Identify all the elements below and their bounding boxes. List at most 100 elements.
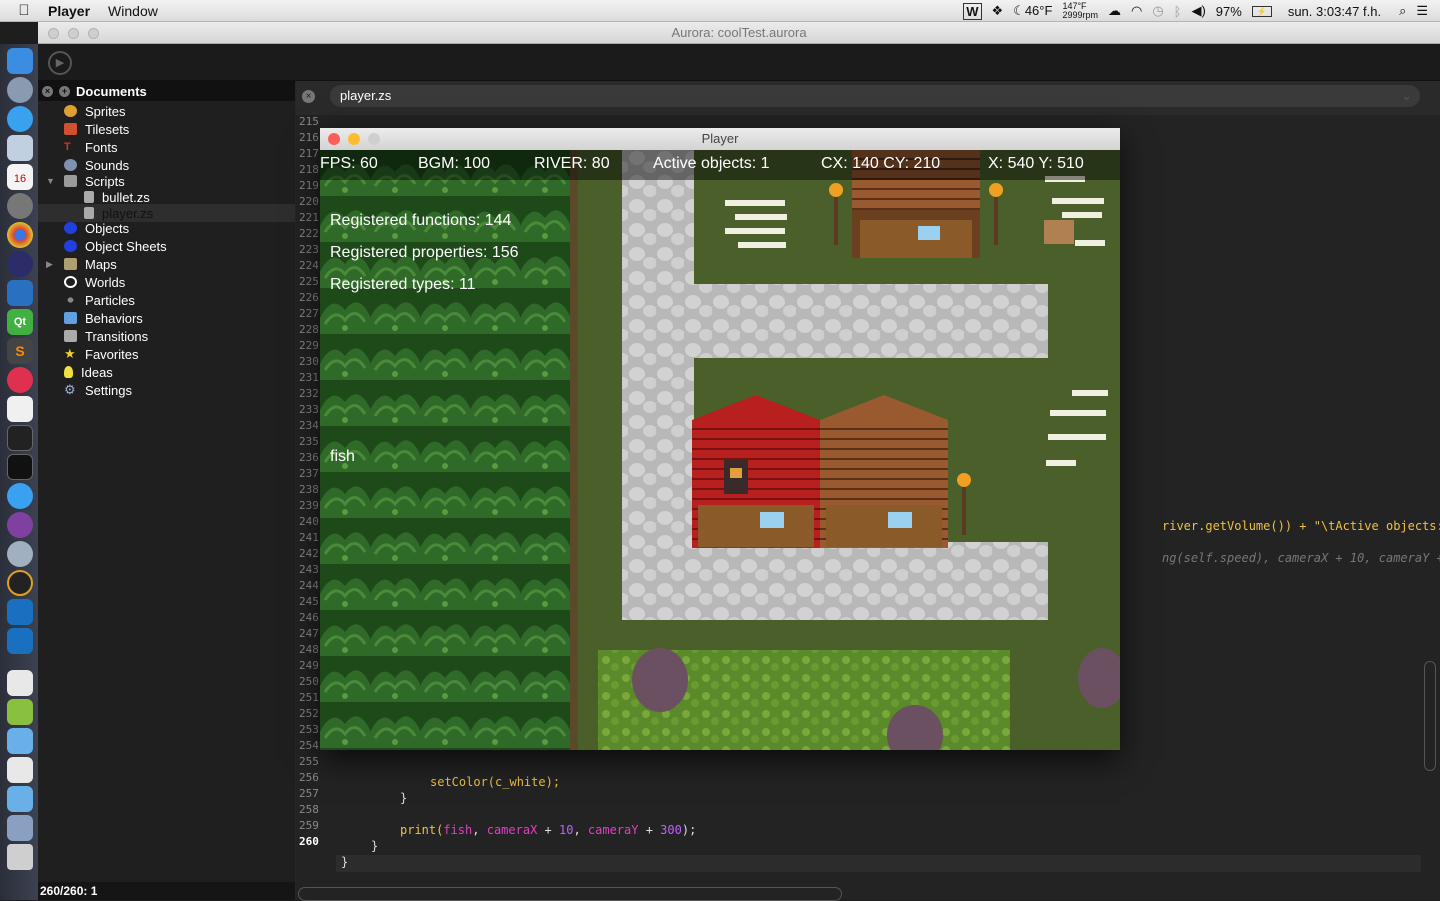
code-line-239-tail: river.getVolume()) + "\tActive objects: … bbox=[1162, 519, 1440, 533]
android-file-icon[interactable] bbox=[7, 699, 33, 725]
sidebar-item-objects[interactable]: Objects bbox=[64, 219, 129, 237]
toolbar: ▶ bbox=[38, 44, 1440, 81]
launchpad-icon[interactable] bbox=[7, 77, 33, 103]
close-window-button[interactable] bbox=[328, 133, 340, 145]
preview-icon[interactable] bbox=[7, 135, 33, 161]
game-canvas[interactable]: FPS: 60 BGM: 100 RIVER: 80 Active object… bbox=[320, 150, 1120, 750]
menu-window[interactable]: Window bbox=[108, 3, 158, 19]
sidebar-item-fonts[interactable]: T Fonts bbox=[64, 138, 118, 156]
line-number: 220 bbox=[299, 195, 319, 208]
sidebar-item-tilesets[interactable]: Tilesets bbox=[64, 120, 129, 138]
close-tab-icon[interactable]: × bbox=[302, 90, 315, 103]
code-num: 300 bbox=[660, 823, 682, 837]
scripts-disclosure-triangle-icon[interactable]: ▼ bbox=[46, 176, 55, 186]
star-icon: ★ bbox=[64, 346, 76, 361]
sidebar-item-particles[interactable]: Particles bbox=[64, 291, 135, 309]
textedit-icon[interactable] bbox=[7, 396, 33, 422]
folder-icon[interactable] bbox=[7, 728, 33, 754]
finder-icon[interactable] bbox=[7, 48, 33, 74]
line-number: 245 bbox=[299, 595, 319, 608]
horizontal-scrollbar[interactable] bbox=[298, 887, 842, 901]
github-icon[interactable] bbox=[7, 512, 33, 538]
line-number: 231 bbox=[299, 371, 319, 384]
close-window-button[interactable] bbox=[48, 28, 59, 39]
chevron-down-icon[interactable]: ⌄ bbox=[1401, 85, 1412, 107]
zoom-window-button[interactable] bbox=[368, 133, 380, 145]
sidebar-item-maps[interactable]: Maps bbox=[64, 255, 117, 273]
maps-disclosure-triangle-icon[interactable]: ▶ bbox=[46, 259, 53, 270]
bluetooth-icon[interactable]: ᛒ bbox=[1174, 4, 1182, 19]
fish-text: fish bbox=[330, 448, 355, 465]
sidebar-item-ideas[interactable]: Ideas bbox=[64, 363, 113, 381]
tab-player-zs[interactable]: player.zs ⌄ bbox=[330, 85, 1420, 107]
sidebar-item-settings[interactable]: ⚙ Settings bbox=[64, 381, 132, 399]
network-icon[interactable] bbox=[7, 541, 33, 567]
xcode-icon[interactable] bbox=[7, 280, 33, 306]
chrome-icon[interactable] bbox=[7, 222, 33, 248]
sidebar-item-sprites[interactable]: Sprites bbox=[64, 102, 125, 120]
tab-bar: × player.zs ⌄ bbox=[296, 81, 1440, 115]
downloads-icon[interactable] bbox=[7, 815, 33, 841]
sidebar-item-label: Sounds bbox=[85, 157, 130, 173]
vertical-scrollbar[interactable] bbox=[1424, 661, 1436, 771]
battery-icon[interactable]: ⚡ bbox=[1251, 5, 1272, 17]
apple-menu-icon[interactable]:  bbox=[0, 2, 48, 19]
fps-readout: FPS: 60 bbox=[320, 155, 378, 172]
trash-icon[interactable] bbox=[7, 844, 33, 870]
wifi-icon[interactable]: ◠ bbox=[1131, 3, 1142, 19]
virtualbox-icon[interactable] bbox=[7, 599, 33, 625]
battery-percent[interactable]: 97% bbox=[1216, 4, 1242, 19]
volume-icon[interactable]: ◀) bbox=[1191, 3, 1205, 19]
sidebar-item-transitions[interactable]: Transitions bbox=[64, 327, 148, 345]
dropbox-icon[interactable]: ❖ bbox=[992, 3, 1004, 19]
spotlight-search-icon[interactable]: ⌕ bbox=[1399, 3, 1406, 19]
cloud-icon[interactable]: ☁ bbox=[1108, 3, 1121, 19]
weather-icon[interactable]: ☾46°F bbox=[1013, 3, 1052, 19]
menu-app-name[interactable]: Player bbox=[48, 3, 90, 19]
document-icon[interactable] bbox=[7, 670, 33, 696]
eclipse-icon[interactable] bbox=[7, 251, 33, 277]
remove-icon[interactable]: × bbox=[42, 85, 53, 97]
code-num: 10 bbox=[558, 823, 574, 837]
word-icon[interactable]: W bbox=[963, 2, 982, 20]
messages-icon[interactable] bbox=[7, 483, 33, 509]
sublime-text-icon[interactable]: S bbox=[7, 338, 33, 364]
temperature-monitor[interactable]: 147°F 2999rpm bbox=[1062, 2, 1098, 20]
app-store-icon[interactable] bbox=[7, 106, 33, 132]
line-number: 217 bbox=[299, 147, 319, 160]
line-number: 241 bbox=[299, 531, 319, 544]
folder-2-icon[interactable] bbox=[7, 786, 33, 812]
terminal-icon[interactable] bbox=[7, 454, 33, 480]
calendar-icon[interactable]: 16 bbox=[7, 164, 33, 190]
add-icon[interactable]: + bbox=[59, 85, 70, 97]
code-var: cameraY bbox=[587, 823, 639, 837]
itunes-icon[interactable] bbox=[7, 367, 33, 393]
menu-bar:  Player Window W ❖ ☾46°F 147°F2999rpm ☁… bbox=[0, 0, 1440, 22]
code-line-260: } bbox=[341, 855, 349, 869]
unity-icon[interactable] bbox=[7, 570, 33, 596]
position-readout: X: 540 Y: 510 bbox=[988, 155, 1084, 172]
document-2-icon[interactable] bbox=[7, 757, 33, 783]
play-button[interactable]: ▶ bbox=[48, 51, 72, 75]
line-number: 236 bbox=[299, 451, 319, 464]
line-number: 225 bbox=[299, 275, 319, 288]
sidebar-item-object-sheets[interactable]: Object Sheets bbox=[64, 237, 167, 255]
sidebar-item-favorites[interactable]: ★ Favorites bbox=[64, 345, 138, 363]
system-preferences-icon[interactable] bbox=[7, 193, 33, 219]
sidebar-item-worlds[interactable]: Worlds bbox=[64, 273, 125, 291]
sidebar-item-behaviors[interactable]: Behaviors bbox=[64, 309, 143, 327]
window-title: Aurora: coolTest.aurora bbox=[671, 25, 807, 40]
sidebar-item-label: Particles bbox=[85, 292, 135, 308]
minimize-window-button[interactable] bbox=[348, 133, 360, 145]
object-sheets-icon bbox=[64, 240, 77, 252]
minimize-window-button[interactable] bbox=[68, 28, 79, 39]
line-number: 238 bbox=[299, 483, 319, 496]
zoom-window-button[interactable] bbox=[88, 28, 99, 39]
line-number: 233 bbox=[299, 403, 319, 416]
virtualbox-2-icon[interactable] bbox=[7, 628, 33, 654]
activity-monitor-icon[interactable] bbox=[7, 425, 33, 451]
clock[interactable]: sun. 3:03:47 f.h. bbox=[1288, 4, 1381, 19]
time-machine-icon[interactable]: ◷ bbox=[1152, 3, 1163, 19]
notification-center-icon[interactable]: ☰ bbox=[1416, 3, 1428, 19]
qt-creator-icon[interactable]: Qt bbox=[7, 309, 33, 335]
